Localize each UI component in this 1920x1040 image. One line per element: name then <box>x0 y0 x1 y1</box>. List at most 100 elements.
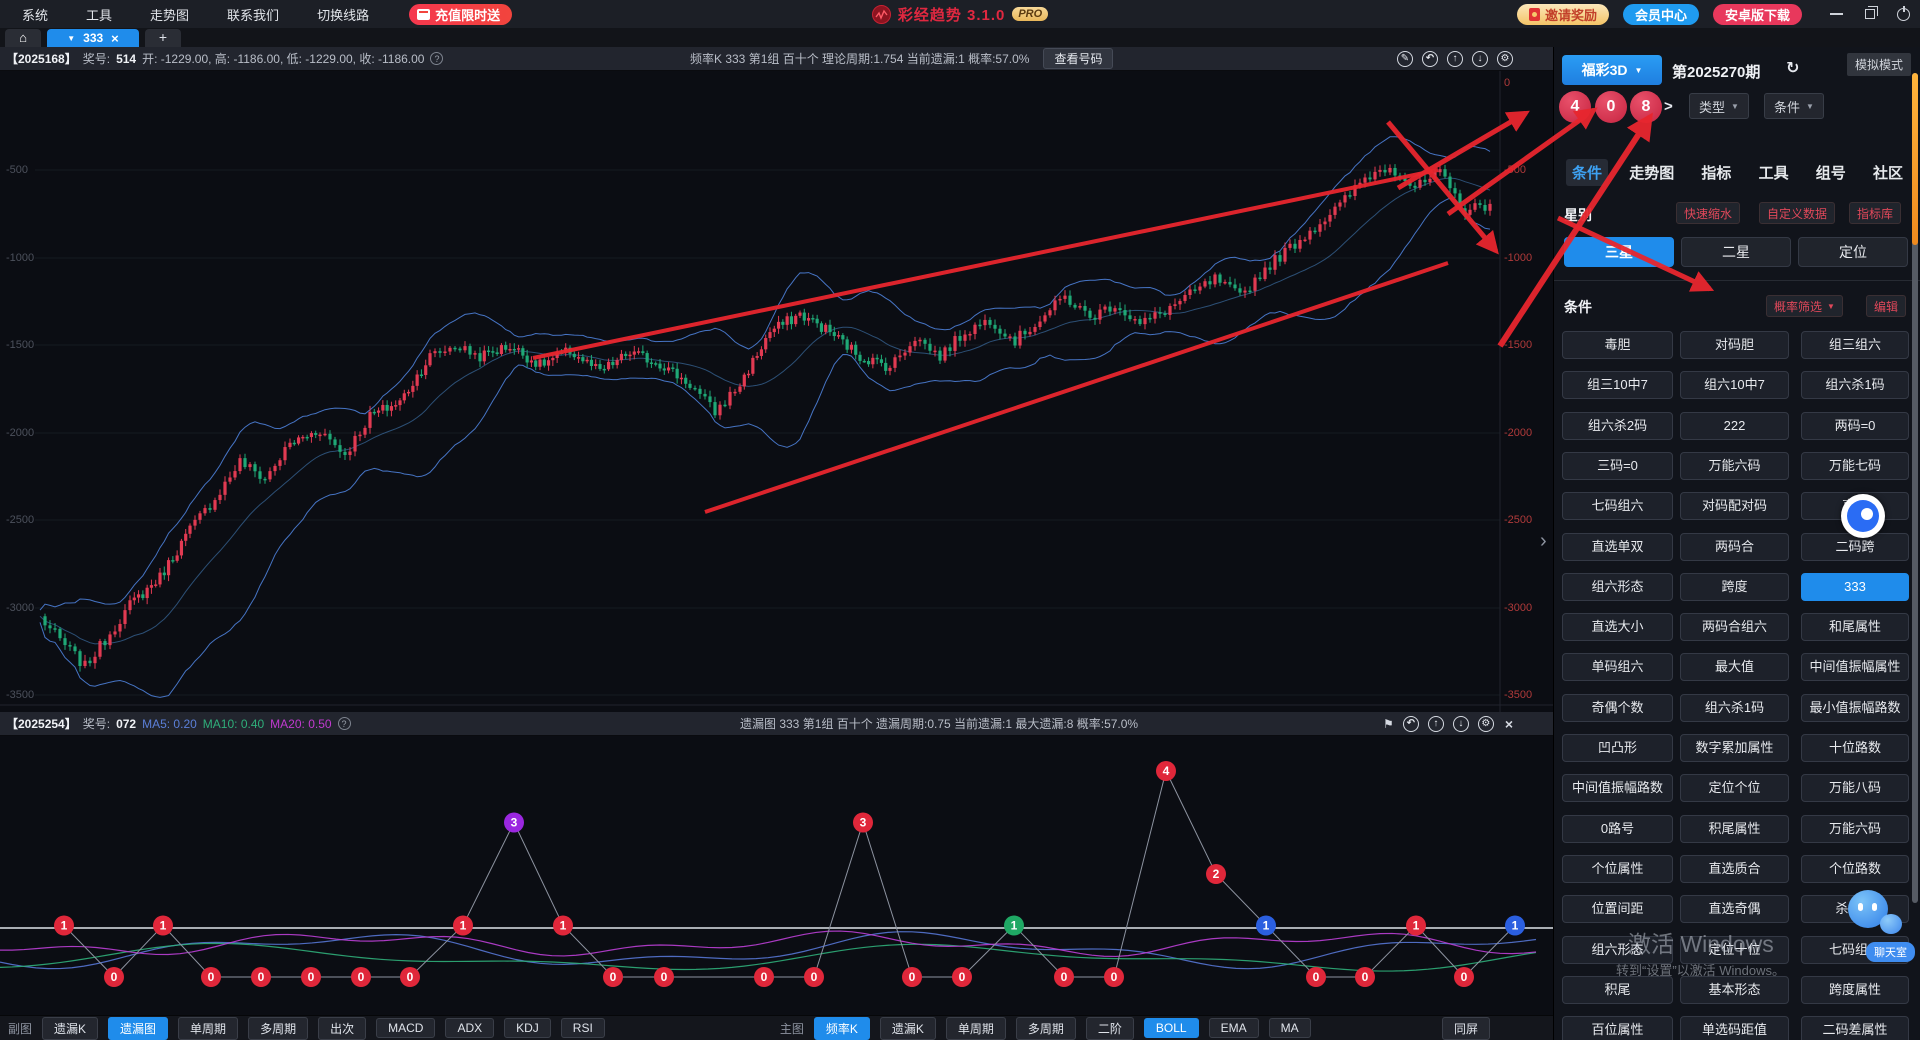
menu-item-1[interactable]: 系统 <box>22 5 48 24</box>
pin-icon[interactable]: ⚑ <box>1383 717 1394 731</box>
edit-button[interactable]: 编辑 <box>1866 295 1906 317</box>
condition-button-组六杀2码[interactable]: 组六杀2码 <box>1562 412 1673 440</box>
condition-button-直选单双[interactable]: 直选单双 <box>1562 533 1673 561</box>
star-button-1[interactable]: 三星 <box>1564 237 1674 267</box>
tab-close-icon[interactable]: × <box>111 31 119 46</box>
tab-caret-icon[interactable]: ▼ <box>67 34 75 43</box>
help-icon[interactable]: ? <box>430 52 443 65</box>
condition-button-定位个位[interactable]: 定位个位 <box>1680 774 1789 802</box>
condition-button-中间值振幅属性[interactable]: 中间值振幅属性 <box>1801 653 1909 681</box>
lottery-select-dropdown[interactable]: 福彩3D ▼ <box>1562 55 1662 85</box>
quick-shrink-button[interactable]: 快速缩水 <box>1676 202 1740 224</box>
minimize-icon[interactable] <box>1830 13 1843 15</box>
floating-record-button[interactable] <box>1841 494 1885 538</box>
condition-button-两码合[interactable]: 两码合 <box>1680 533 1789 561</box>
main-candle-chart[interactable]: -500-1000-1500-2000-2500-3000-35000-500-… <box>0 71 1553 712</box>
condition-button-和尾属性[interactable]: 和尾属性 <box>1801 613 1909 641</box>
sub-help-icon[interactable]: ? <box>338 717 351 730</box>
subchart-button-KDJ[interactable]: KDJ <box>504 1018 551 1038</box>
panel-scrollbar-thumb[interactable] <box>1912 73 1918 245</box>
panel-tab-5[interactable]: 组号 <box>1810 159 1852 186</box>
invite-reward-button[interactable]: 邀请奖励 <box>1517 4 1609 25</box>
chat-room-widget[interactable]: 聊天室 <box>1848 890 1888 928</box>
mainchart-button-单周期[interactable]: 单周期 <box>946 1017 1006 1040</box>
condition-button-百位属性[interactable]: 百位属性 <box>1562 1016 1673 1040</box>
subchart-button-单周期[interactable]: 单周期 <box>178 1017 238 1040</box>
condition-button-组六形态[interactable]: 组六形态 <box>1562 573 1673 601</box>
panel-tab-2[interactable]: 走势图 <box>1623 159 1680 186</box>
condition-button-个位路数[interactable]: 个位路数 <box>1801 855 1909 883</box>
menu-item-5[interactable]: 切换线路 <box>317 5 369 24</box>
condition-button-跨度属性[interactable]: 跨度属性 <box>1801 976 1909 1004</box>
mainchart-button-多周期[interactable]: 多周期 <box>1016 1017 1076 1040</box>
condition-button-定位十位[interactable]: 定位十位 <box>1680 936 1789 964</box>
expand-results-icon[interactable]: > <box>1664 98 1673 115</box>
power-icon[interactable] <box>1897 8 1910 21</box>
condition-button-万能八码[interactable]: 万能八码 <box>1801 774 1909 802</box>
probability-filter-dropdown[interactable]: 概率筛选 ▼ <box>1766 295 1843 317</box>
scroll-up-icon[interactable]: ↑ <box>1447 51 1463 67</box>
condition-button-三码=0[interactable]: 三码=0 <box>1562 452 1673 480</box>
subchart-button-遗漏K[interactable]: 遗漏K <box>42 1017 98 1040</box>
settings-gear-icon[interactable]: ⚙ <box>1497 51 1513 67</box>
menu-item-4[interactable]: 联系我们 <box>227 5 279 24</box>
condition-button-组六杀1码[interactable]: 组六杀1码 <box>1801 371 1909 399</box>
type-dropdown[interactable]: 类型 ▼ <box>1689 93 1749 119</box>
mainchart-button-MA[interactable]: MA <box>1269 1018 1311 1038</box>
condition-button-积尾[interactable]: 积尾 <box>1562 976 1673 1004</box>
condition-button-两码合组六[interactable]: 两码合组六 <box>1680 613 1789 641</box>
mainchart-button-频率K[interactable]: 频率K <box>814 1017 870 1040</box>
panel-tab-6[interactable]: 社区 <box>1867 159 1909 186</box>
condition-button-0路号[interactable]: 0路号 <box>1562 815 1673 843</box>
indicator-library-button[interactable]: 指标库 <box>1849 202 1901 224</box>
simulation-mode-badge[interactable]: 模拟模式 <box>1847 53 1911 76</box>
condition-button-万能七码[interactable]: 万能七码 <box>1801 452 1909 480</box>
condition-button-组六形态[interactable]: 组六形态 <box>1562 936 1673 964</box>
condition-button-组六杀1码[interactable]: 组六杀1码 <box>1680 694 1789 722</box>
condition-button-最小值振幅路数[interactable]: 最小值振幅路数 <box>1801 694 1909 722</box>
sub-scroll-down-icon[interactable]: ↓ <box>1453 716 1469 732</box>
chat-room-label[interactable]: 聊天室 <box>1866 942 1915 962</box>
condition-button-对码配对码[interactable]: 对码配对码 <box>1680 492 1789 520</box>
sub-undo-icon[interactable]: ↶ <box>1403 716 1419 732</box>
condition-button-最大值[interactable]: 最大值 <box>1680 653 1789 681</box>
custom-data-button[interactable]: 自定义数据 <box>1759 202 1835 224</box>
mainchart-button-BOLL[interactable]: BOLL <box>1144 1018 1199 1038</box>
condition-button-数字累加属性[interactable]: 数字累加属性 <box>1680 734 1789 762</box>
panel-tab-1[interactable]: 条件 <box>1566 159 1608 186</box>
sub-close-icon[interactable]: × <box>1505 716 1513 732</box>
mainchart-button-EMA[interactable]: EMA <box>1209 1018 1259 1038</box>
menu-item-3[interactable]: 走势图 <box>150 5 189 24</box>
condition-button-七码组六[interactable]: 七码组六 <box>1562 492 1673 520</box>
undo-icon[interactable]: ↶ <box>1422 51 1438 67</box>
subchart-button-出次[interactable]: 出次 <box>318 1017 366 1040</box>
condition-button-222[interactable]: 222 <box>1680 412 1789 440</box>
panel-tab-4[interactable]: 工具 <box>1753 159 1795 186</box>
sync-screen-button[interactable]: 同屏 <box>1442 1017 1490 1040</box>
condition-button-两码=0[interactable]: 两码=0 <box>1801 412 1909 440</box>
condition-button-奇偶个数[interactable]: 奇偶个数 <box>1562 694 1673 722</box>
condition-button-组三组六[interactable]: 组三组六 <box>1801 331 1909 359</box>
condition-button-积尾属性[interactable]: 积尾属性 <box>1680 815 1789 843</box>
condition-button-基本形态[interactable]: 基本形态 <box>1680 976 1789 1004</box>
condition-button-位置间距[interactable]: 位置间距 <box>1562 895 1673 923</box>
view-numbers-button[interactable]: 查看号码 <box>1043 48 1113 69</box>
condition-button-万能六码[interactable]: 万能六码 <box>1680 452 1789 480</box>
condition-button-凹凸形[interactable]: 凹凸形 <box>1562 734 1673 762</box>
recharge-promo-button[interactable]: 充值限时送 <box>409 4 512 25</box>
refresh-icon[interactable]: ↻ <box>1786 58 1799 78</box>
new-tab-button[interactable]: + <box>145 29 181 47</box>
condition-dropdown[interactable]: 条件 ▼ <box>1764 93 1824 119</box>
subchart-button-RSI[interactable]: RSI <box>561 1018 605 1038</box>
condition-button-单码组六[interactable]: 单码组六 <box>1562 653 1673 681</box>
subchart-button-ADX[interactable]: ADX <box>445 1018 494 1038</box>
condition-button-333[interactable]: 333 <box>1801 573 1909 601</box>
condition-button-二码差属性[interactable]: 二码差属性 <box>1801 1016 1909 1040</box>
home-tab-button[interactable]: ⌂ <box>5 29 41 47</box>
condition-button-中间值振幅路数[interactable]: 中间值振幅路数 <box>1562 774 1673 802</box>
subchart-button-多周期[interactable]: 多周期 <box>248 1017 308 1040</box>
condition-button-直选奇偶[interactable]: 直选奇偶 <box>1680 895 1789 923</box>
member-center-button[interactable]: 会员中心 <box>1623 4 1699 25</box>
condition-button-直选大小[interactable]: 直选大小 <box>1562 613 1673 641</box>
tab-333[interactable]: ▼ 333 × <box>47 29 139 47</box>
